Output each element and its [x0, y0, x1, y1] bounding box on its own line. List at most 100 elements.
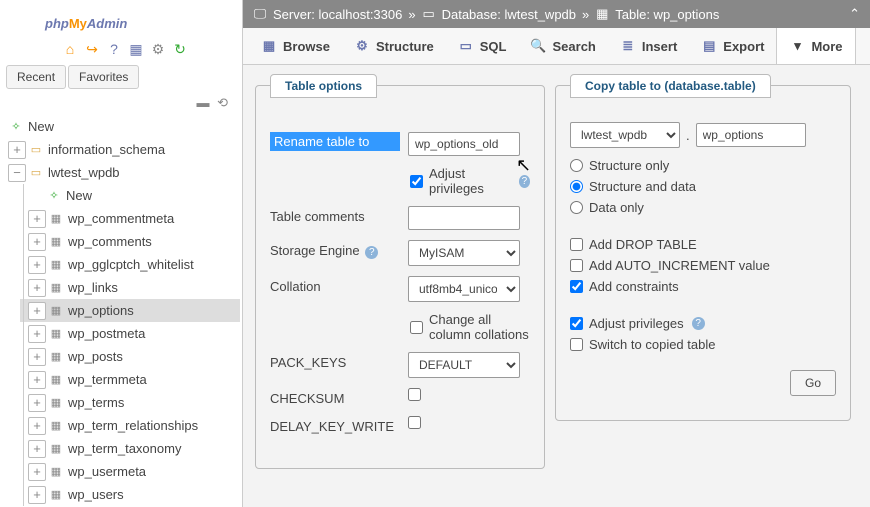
- tree-table-wp-postmeta[interactable]: +▦wp_postmeta: [20, 322, 240, 345]
- browse-icon: ▦: [261, 38, 277, 54]
- switch-row[interactable]: Switch to copied table: [570, 337, 836, 352]
- home-icon[interactable]: ⌂: [62, 41, 78, 57]
- expand-icon[interactable]: +: [28, 394, 46, 412]
- auto-checkbox[interactable]: [570, 259, 583, 272]
- expand-icon[interactable]: +: [28, 486, 46, 504]
- auto-increment-row[interactable]: Add AUTO_INCREMENT value: [570, 258, 836, 273]
- collapse-icon[interactable]: −: [8, 164, 26, 182]
- docs-icon[interactable]: ?: [106, 41, 122, 57]
- help-icon[interactable]: ?: [692, 317, 705, 330]
- expand-icon[interactable]: +: [28, 325, 46, 343]
- tree-table-wp-options[interactable]: +▦wp_options: [20, 299, 240, 322]
- logo[interactable]: phpMyAdmin: [0, 0, 242, 39]
- structure-only-radio[interactable]: [570, 159, 583, 172]
- structure-data-radio[interactable]: [570, 180, 583, 193]
- adjust-checkbox[interactable]: [570, 317, 583, 330]
- sidebar: phpMyAdmin ⌂ ↪ ? ▦ ⚙ ↻ Recent Favorites …: [0, 0, 243, 507]
- tree-table-wp-gglcptch-whitelist[interactable]: +▦wp_gglcptch_whitelist: [20, 253, 240, 276]
- export-button[interactable]: ▤Export: [689, 28, 776, 64]
- comments-input[interactable]: [408, 206, 520, 230]
- insert-button[interactable]: ≣Insert: [608, 28, 689, 64]
- tree-table-wp-term-taxonomy[interactable]: +▦wp_term_taxonomy: [20, 437, 240, 460]
- rename-input[interactable]: [408, 132, 520, 156]
- help-icon[interactable]: ?: [365, 246, 378, 259]
- collation-select[interactable]: utf8mb4_unico: [408, 276, 520, 302]
- tab-recent[interactable]: Recent: [6, 65, 66, 89]
- constraints-checkbox[interactable]: [570, 280, 583, 293]
- main: 🖵 Server: localhost:3306 » ▭ Database: l…: [243, 0, 870, 507]
- tab-favorites[interactable]: Favorites: [68, 65, 139, 89]
- expand-icon[interactable]: +: [28, 371, 46, 389]
- copy-db-select[interactable]: lwtest_wpdb: [570, 122, 680, 148]
- tree-table-wp-usermeta[interactable]: +▦wp_usermeta: [20, 460, 240, 483]
- adjust-priv-row[interactable]: Adjust privileges?: [570, 316, 836, 331]
- expand-icon[interactable]: +: [28, 256, 46, 274]
- tree-table-wp-commentmeta[interactable]: +▦wp_commentmeta: [20, 207, 240, 230]
- more-button[interactable]: ▾More: [776, 28, 855, 64]
- search-button[interactable]: 🔍Search: [519, 28, 608, 64]
- link-icon[interactable]: ⟲: [217, 95, 228, 110]
- data-only-radio[interactable]: [570, 201, 583, 214]
- pack-keys-label: PACK_KEYS: [270, 352, 400, 370]
- tree-db-lwtest[interactable]: − ▭ lwtest_wpdb: [4, 161, 240, 184]
- expand-icon[interactable]: +: [8, 141, 26, 159]
- expand-icon[interactable]: +: [28, 348, 46, 366]
- sql-icon[interactable]: ▦: [128, 41, 144, 57]
- go-button[interactable]: Go: [790, 370, 836, 396]
- tree-table-wp-posts[interactable]: +▦wp_posts: [20, 345, 240, 368]
- pack-keys-select[interactable]: DEFAULT: [408, 352, 520, 378]
- tree-db-information-schema[interactable]: + ▭ information_schema: [4, 138, 240, 161]
- sql-button[interactable]: ▭SQL: [446, 28, 519, 64]
- change-collations-row[interactable]: Change all column collations: [410, 312, 530, 342]
- table-icon: ▦: [48, 234, 64, 250]
- tree-new-root[interactable]: ✧ New: [4, 115, 240, 138]
- adjust-checkbox[interactable]: [410, 175, 423, 188]
- expand-icon[interactable]: +: [28, 463, 46, 481]
- delay-checkbox[interactable]: [408, 416, 421, 429]
- adjust-privileges-row[interactable]: Adjust privileges?: [410, 166, 530, 196]
- logo-php: php: [45, 16, 69, 31]
- change-coll-checkbox[interactable]: [410, 321, 423, 334]
- tree-controls: ▬ ⟲: [0, 91, 242, 111]
- checksum-checkbox[interactable]: [408, 388, 421, 401]
- switch-checkbox[interactable]: [570, 338, 583, 351]
- quick-icons: ⌂ ↪ ? ▦ ⚙ ↻: [0, 39, 242, 63]
- logout-icon[interactable]: ↪: [84, 41, 100, 57]
- browse-button[interactable]: ▦Browse: [249, 28, 342, 64]
- drop-table-row[interactable]: Add DROP TABLE: [570, 237, 836, 252]
- collapse-icon[interactable]: ▬: [196, 95, 209, 110]
- data-only-row[interactable]: Data only: [570, 200, 836, 215]
- collapse-icon[interactable]: ⌃: [849, 6, 860, 22]
- expand-icon[interactable]: +: [28, 440, 46, 458]
- tree-table-wp-terms[interactable]: +▦wp_terms: [20, 391, 240, 414]
- panel-title: Table options: [270, 74, 377, 98]
- structure-only-row[interactable]: Structure only: [570, 158, 836, 173]
- expand-icon[interactable]: +: [28, 279, 46, 297]
- expand-icon[interactable]: +: [28, 417, 46, 435]
- constraints-row[interactable]: Add constraints: [570, 279, 836, 294]
- expand-icon[interactable]: +: [28, 210, 46, 228]
- reload-icon[interactable]: ↻: [172, 41, 188, 57]
- tree-table-wp-users[interactable]: +▦wp_users: [20, 483, 240, 506]
- expand-icon[interactable]: +: [28, 233, 46, 251]
- help-icon[interactable]: ?: [519, 175, 530, 188]
- bc-db[interactable]: Database: lwtest_wpdb: [442, 7, 576, 22]
- tree-table-wp-links[interactable]: +▦wp_links: [20, 276, 240, 299]
- tree-table-wp-comments[interactable]: +▦wp_comments: [20, 230, 240, 253]
- engine-select[interactable]: MyISAM: [408, 240, 520, 266]
- structure-data-row[interactable]: Structure and data: [570, 179, 836, 194]
- tool-label: Search: [553, 39, 596, 54]
- tree-label: lwtest_wpdb: [48, 165, 120, 180]
- bc-server[interactable]: Server: localhost:3306: [273, 7, 402, 22]
- tree-new-table[interactable]: ✧ New: [20, 184, 240, 207]
- expand-icon[interactable]: +: [28, 302, 46, 320]
- structure-button[interactable]: ⚙Structure: [342, 28, 446, 64]
- copy-table-input[interactable]: [696, 123, 806, 147]
- bc-table[interactable]: Table: wp_options: [615, 7, 719, 22]
- drop-checkbox[interactable]: [570, 238, 583, 251]
- settings-icon[interactable]: ⚙: [150, 41, 166, 57]
- tree-table-wp-term-relationships[interactable]: +▦wp_term_relationships: [20, 414, 240, 437]
- table-icon: ▦: [48, 211, 64, 227]
- check-label: Add constraints: [589, 279, 679, 294]
- tree-table-wp-termmeta[interactable]: +▦wp_termmeta: [20, 368, 240, 391]
